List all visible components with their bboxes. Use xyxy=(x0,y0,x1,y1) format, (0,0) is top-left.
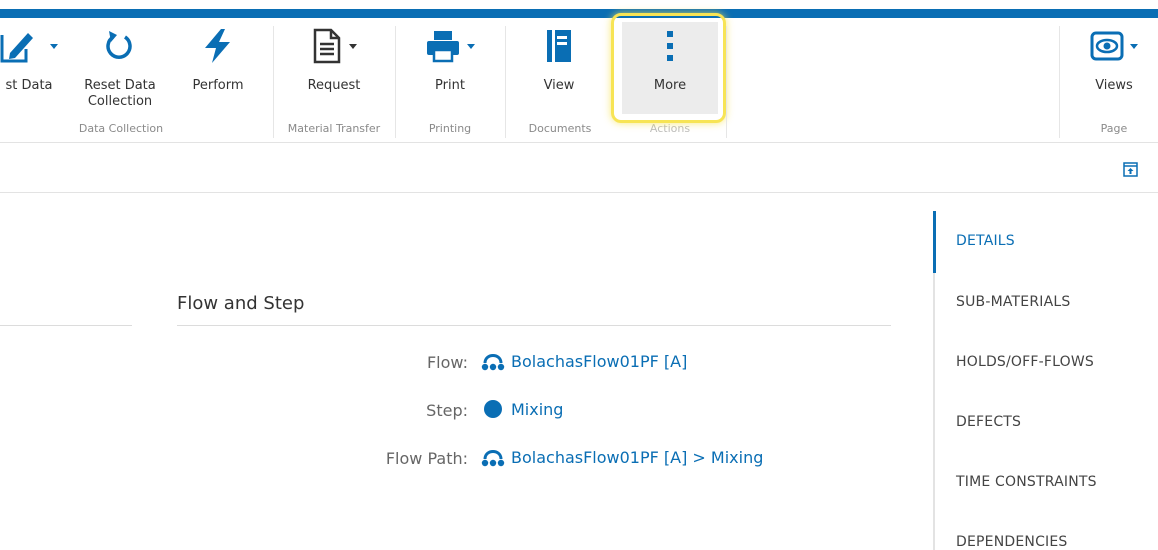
step-value: Mixing xyxy=(511,399,564,419)
nav-item-defects[interactable]: DEFECTS xyxy=(956,414,1021,430)
section-divider-left xyxy=(0,325,132,326)
flow-path-value: BolachasFlow01PF [A] > Mixing xyxy=(511,447,764,467)
top-accent-bar xyxy=(0,9,1158,18)
group-label-material-transfer: Material Transfer xyxy=(287,122,381,135)
views-button[interactable]: Views xyxy=(1074,18,1154,122)
flow-icon xyxy=(481,450,505,467)
top-strip xyxy=(0,0,1158,9)
lightning-icon xyxy=(205,29,230,63)
chevron-down-icon xyxy=(50,43,58,49)
group-label-documents: Documents xyxy=(528,122,592,135)
request-button[interactable]: Request xyxy=(290,18,378,122)
side-navigation: DETAILS SUB-MATERIALS HOLDS/OFF-FLOWS DE… xyxy=(933,211,1158,550)
ribbon-divider xyxy=(505,26,506,138)
group-label-printing: Printing xyxy=(428,122,472,135)
group-label-page: Page xyxy=(1100,122,1128,135)
group-label-data-collection: Data Collection xyxy=(78,122,164,135)
ribbon-divider xyxy=(395,26,396,138)
view-label: View xyxy=(543,78,575,93)
nav-item-details[interactable]: DETAILS xyxy=(956,233,1015,249)
edit-icon xyxy=(0,33,33,63)
perform-label: Perform xyxy=(192,78,244,93)
collapse-ribbon-icon[interactable] xyxy=(1123,162,1138,177)
nav-item-dependencies[interactable]: DEPENDENCIES xyxy=(956,534,1068,550)
reset-icon xyxy=(106,31,132,59)
more-vertical-icon xyxy=(667,31,673,61)
nav-item-sub-materials[interactable]: SUB-MATERIALS xyxy=(956,294,1070,310)
views-label: Views xyxy=(1095,78,1133,93)
perform-button[interactable]: Perform xyxy=(180,18,256,122)
request-label: Request xyxy=(307,78,361,93)
reset-label-line1: Reset Data xyxy=(84,78,156,93)
section-title: Flow and Step xyxy=(177,293,305,314)
flow-path-link[interactable]: BolachasFlow01PF [A] > Mixing xyxy=(481,447,763,467)
flow-link[interactable]: BolachasFlow01PF [A] xyxy=(481,351,687,371)
step-circle-icon xyxy=(484,400,502,418)
print-button[interactable]: Print xyxy=(408,18,492,122)
eye-icon xyxy=(1090,31,1124,61)
flow-icon xyxy=(481,354,505,371)
chevron-down-icon xyxy=(467,43,475,49)
book-icon xyxy=(547,30,571,62)
step-label: Step: xyxy=(426,401,468,420)
reset-data-collection-button[interactable]: Reset Data Collection xyxy=(76,18,164,122)
ribbon-divider xyxy=(1059,26,1060,138)
document-icon xyxy=(313,28,341,64)
details-content: Flow and Step Flow: BolachasFlow01PF [A]… xyxy=(0,193,1158,550)
sub-toolbar xyxy=(0,143,1158,193)
chevron-down-icon xyxy=(349,43,357,49)
ribbon-toolbar: st Data Reset Data Collection Perform Da… xyxy=(0,13,1158,143)
reset-label-line2: Collection xyxy=(87,94,153,109)
active-nav-indicator xyxy=(933,211,936,273)
chevron-down-icon xyxy=(1130,43,1138,49)
nav-item-time-constraints[interactable]: TIME CONSTRAINTS xyxy=(956,474,1097,490)
more-label: More xyxy=(653,78,687,93)
group-label-actions: Actions xyxy=(649,122,691,135)
ribbon-divider xyxy=(273,26,274,138)
flow-label: Flow: xyxy=(426,353,468,372)
view-document-button[interactable]: View xyxy=(518,18,600,122)
print-label: Print xyxy=(435,78,465,93)
flow-value: BolachasFlow01PF [A] xyxy=(511,351,688,371)
section-divider xyxy=(177,325,891,326)
flow-path-label: Flow Path: xyxy=(385,449,468,468)
nav-item-holds-off-flows[interactable]: HOLDS/OFF-FLOWS xyxy=(956,354,1094,370)
post-data-button[interactable]: st Data xyxy=(0,18,64,122)
more-button[interactable]: More xyxy=(622,18,718,122)
printer-icon xyxy=(427,31,459,63)
step-link[interactable]: Mixing xyxy=(481,399,563,419)
post-data-label: st Data xyxy=(5,78,53,93)
ribbon-divider xyxy=(726,26,727,138)
